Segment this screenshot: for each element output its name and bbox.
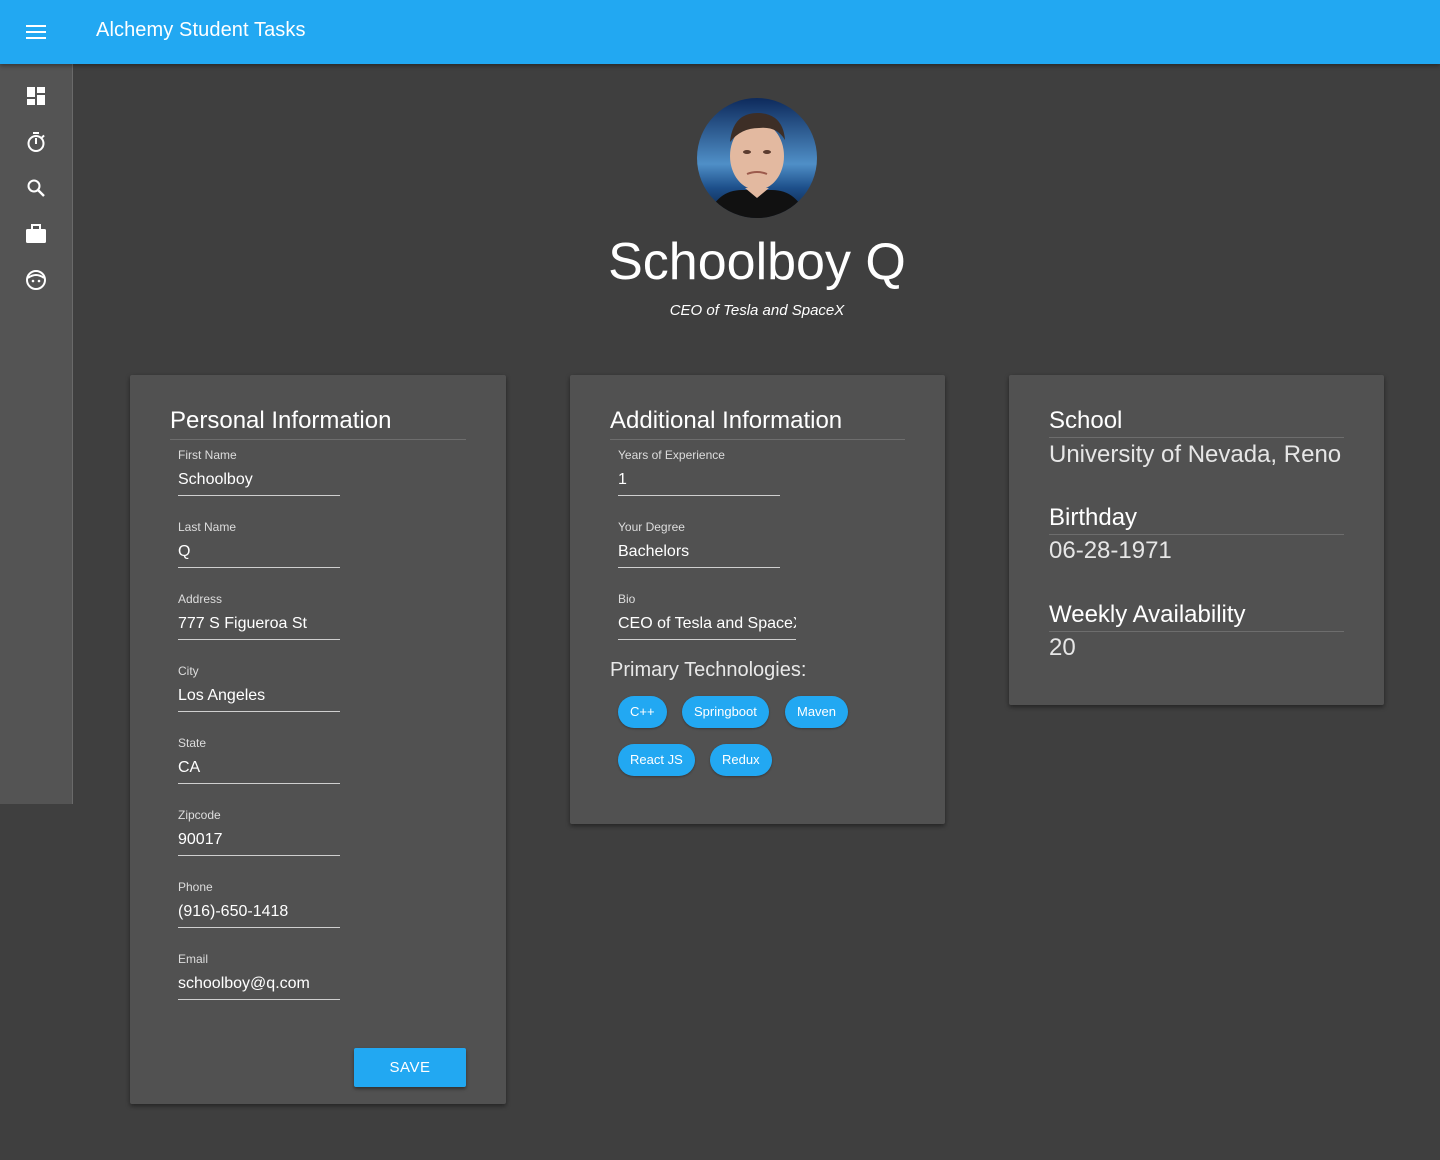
app-title: Alchemy Student Tasks <box>96 19 306 41</box>
degree-input[interactable] <box>618 541 780 568</box>
technology-chip[interactable]: Springboot <box>682 696 769 728</box>
first-name-field: First Name <box>178 447 340 496</box>
school-label: School <box>1049 407 1344 438</box>
address-field: Address <box>178 591 340 640</box>
personal-info-title: Personal Information <box>170 407 466 440</box>
address-input[interactable] <box>178 613 340 640</box>
experience-field: Years of Experience <box>618 447 780 496</box>
technology-chip[interactable]: C++ <box>618 696 667 728</box>
email-input[interactable] <box>178 973 340 1000</box>
bio-label: Bio <box>618 592 636 606</box>
zipcode-label: Zipcode <box>178 808 221 822</box>
education-info-card: School University of Nevada, Reno Birthd… <box>1009 375 1384 705</box>
experience-label: Years of Experience <box>618 448 725 462</box>
zipcode-field: Zipcode <box>178 807 340 856</box>
availability-value: 20 <box>1049 634 1076 661</box>
avatar <box>697 98 817 218</box>
profile-name: Schoolboy Q <box>608 233 906 291</box>
first-name-label: First Name <box>178 448 237 462</box>
last-name-input[interactable] <box>178 541 340 568</box>
experience-input[interactable] <box>618 469 780 496</box>
state-input[interactable] <box>178 757 340 784</box>
address-label: Address <box>178 592 223 606</box>
degree-label: Your Degree <box>618 520 685 534</box>
app-bar: Alchemy Student Tasks <box>0 0 1440 64</box>
phone-label: Phone <box>178 880 213 894</box>
phone-field: Phone <box>178 879 340 928</box>
city-label: City <box>178 664 199 678</box>
degree-field: Your Degree <box>618 519 780 568</box>
city-field: City <box>178 663 340 712</box>
technology-chip[interactable]: React JS <box>618 744 695 776</box>
additional-info-card: Additional Information Years of Experien… <box>570 375 945 824</box>
technology-chip[interactable]: Maven <box>785 696 849 728</box>
email-field: Email <box>178 951 340 1000</box>
phone-input[interactable] <box>178 901 340 928</box>
email-label: Email <box>178 952 209 966</box>
birthday-value: 06-28-1971 <box>1049 537 1172 564</box>
state-field: State <box>178 735 340 784</box>
state-label: State <box>178 736 207 750</box>
profile-subtitle: CEO of Tesla and SpaceX <box>669 302 845 319</box>
school-value: University of Nevada, Reno <box>1049 441 1342 468</box>
personal-info-card: Personal Information First Name Last Nam… <box>130 375 506 1104</box>
birthday-label: Birthday <box>1049 504 1344 535</box>
bio-input[interactable] <box>618 613 796 640</box>
technology-chip[interactable]: Redux <box>710 744 772 776</box>
menu-icon[interactable] <box>18 14 54 50</box>
availability-label: Weekly Availability <box>1049 601 1344 632</box>
zipcode-input[interactable] <box>178 829 340 856</box>
last-name-label: Last Name <box>178 520 237 534</box>
city-input[interactable] <box>178 685 340 712</box>
last-name-field: Last Name <box>178 519 340 568</box>
bio-field: Bio <box>618 591 796 640</box>
additional-info-title: Additional Information <box>610 407 905 440</box>
save-button[interactable]: SAVE <box>354 1048 466 1087</box>
technologies-heading: Primary Technologies: <box>610 659 807 681</box>
first-name-input[interactable] <box>178 469 340 496</box>
profile-header: Schoolboy Q CEO of Tesla and SpaceX <box>0 64 1440 334</box>
